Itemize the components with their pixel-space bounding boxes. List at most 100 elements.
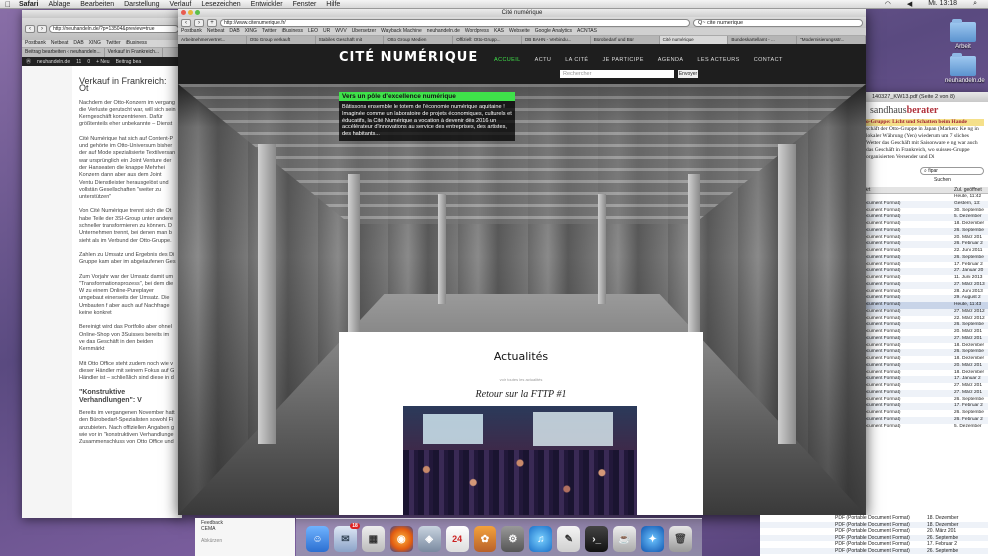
nav-accueil[interactable]: ACCUEIL [494,57,521,63]
tab[interactable]: Bundeskartellamt - ... [728,36,798,44]
file-row[interactable]: ocument Format) 5. Dezember [862,214,988,221]
iphoto-icon[interactable]: ✿ [473,526,497,552]
site-search-input[interactable]: Rechercher [560,70,674,78]
file-row[interactable]: ocument Format) 26. Septembe [862,410,988,417]
tab[interactable]: Arbeitnehmervertret... [178,36,247,44]
file-row[interactable]: ocument Format) 17. Februar 2 [862,262,988,269]
file-row[interactable]: Heute, 11:42 [862,194,988,201]
textedit-icon[interactable]: ✎ [557,526,581,552]
tab[interactable]: "Modernisierungsstr... [797,36,866,44]
tab[interactable]: Cité numérique [659,36,729,44]
file-row[interactable]: ocument Format) 26. Februar 2 [862,241,988,248]
all-news-link[interactable]: voir toutes les actualités [339,377,703,382]
file-row[interactable]: ocument Format) 18. Dezember [862,343,988,350]
finder-item[interactable]: Abkürzen [201,538,289,544]
file-row[interactable]: ocument Format) 26. Februar 2 [862,416,988,424]
forward-button[interactable]: › [194,18,204,27]
file-row[interactable]: ocument Format) 27. Januar 20 [862,268,988,275]
nav-actu[interactable]: ACTU [535,57,552,63]
bookmark[interactable]: Übersetzer [352,28,376,35]
site-search-button[interactable]: Envoyer [678,70,698,78]
desktop-folder-arbeit[interactable]: Arbeit [945,19,981,50]
zoom-window-icon[interactable] [195,10,200,15]
tab[interactable]: Otto Group Medien [384,36,454,44]
menu-verlauf[interactable]: Verlauf [165,1,197,8]
menu-entwickler[interactable]: Entwickler [246,1,288,8]
calculator-icon[interactable]: ▦ [361,526,385,552]
back-button[interactable]: ‹ [181,18,191,27]
post-photo[interactable] [403,406,637,515]
menu-fenster[interactable]: Fenster [288,1,322,8]
hero-caption-title[interactable]: Vers un pôle d'excellence numérique [339,92,515,101]
file-row[interactable]: ocument Format) 26. Septembe [862,349,988,356]
preview-icon[interactable]: ◈ [417,526,441,552]
bookmark[interactable]: neuhandeln.de [427,28,460,35]
menu-lesezeichen[interactable]: Lesezeichen [196,1,245,8]
system-preferences-icon[interactable]: ⚙ [501,526,525,552]
add-bookmark-button[interactable]: + [207,18,217,27]
wp-new-link[interactable]: + Neu [96,59,109,65]
volume-icon[interactable]: ◀ [902,0,917,8]
bookmark[interactable]: WVV [335,28,346,35]
file-row[interactable]: ocument Format) 22. Juni 2011 [862,248,988,255]
bookmark[interactable]: iBusiness [126,40,147,47]
nav-je-participe[interactable]: JE PARTICIPE [603,57,644,63]
file-row[interactable]: ocument Format) 5. Dezember [862,424,988,431]
nav-agenda[interactable]: AGENDA [658,57,684,63]
file-row[interactable]: ocument Format) 30. Septembe [862,208,988,215]
post-title[interactable]: Retour sur la FTTP #1 [339,389,703,400]
tab[interactable]: Beitrag bearbeiten ‹ neuhandeln... [22,48,105,57]
bookmark[interactable]: DAB [229,28,239,35]
bookmark[interactable]: Webseite [509,28,530,35]
bookmark[interactable]: UR [323,28,330,35]
menu-darstellung[interactable]: Darstellung [119,1,164,8]
file-row[interactable]: ocument Format) Heute, 11:43 [862,302,988,309]
itunes-icon[interactable]: ♫ [529,526,553,552]
bookmark[interactable]: DAB [73,40,83,47]
file-row[interactable]: ocument Format) 27. März 201 [862,389,988,397]
file-row[interactable]: ocument Format) 26. Septembe [862,227,988,235]
safari-icon[interactable]: ✦ [641,526,664,552]
bookmark[interactable]: XING [89,40,101,47]
apple-menu-icon[interactable]:  [0,0,14,9]
bookmark[interactable]: Google Analytics [535,28,572,35]
address-bar[interactable]: http://neuhandeln.de/?p=13504&preview=tr… [49,25,179,33]
bookmark[interactable]: Twitter [106,40,121,47]
file-row[interactable]: PDF (Portable Document Format) 26. Septem… [760,547,988,554]
tab[interactable]: DB BAHN - Verbindu... [522,36,591,44]
tab[interactable]: Offiziell: Otto-Grupp... [453,36,522,44]
finder-icon[interactable]: ☺ [306,526,329,552]
firefox-icon[interactable]: ◉ [389,526,413,552]
file-row[interactable]: ocument Format) 29. August 2 [862,295,988,302]
bookmark[interactable]: XING [245,28,257,35]
file-row[interactable]: ocument Format) 26. Septembe [862,397,988,404]
file-row[interactable]: ocument Format) 18. Dezember [862,356,988,363]
bookmark[interactable]: iBusiness [282,28,303,35]
tab[interactable]: Bürobedarf und Bür [591,36,660,44]
terminal-icon[interactable]: ›_ [585,526,609,552]
file-row[interactable]: ocument Format) 17. Februar 2 [862,403,988,410]
spotlight-icon[interactable]: ⌕ [968,0,982,8]
nav-la-cite[interactable]: LA CITÉ [565,57,588,63]
wp-edit-post-link[interactable]: Beitrag bea [116,59,142,65]
bookmark[interactable]: KAS [494,28,504,35]
wordpress-icon[interactable]: Ⓦ [26,58,31,65]
tab[interactable]: Verkauf in Frankreich... [105,48,164,57]
file-row[interactable]: ocument Format) 27. März 201 [862,335,988,343]
bookmark[interactable]: Twitter [262,28,277,35]
file-row[interactable]: ocument Format) 17. Januar 2 [862,376,988,383]
forward-button[interactable]: › [37,25,47,33]
file-row[interactable]: ocument Format) 18. Dezember [862,370,988,377]
file-row[interactable]: ocument Format) 27. März 2012 [862,308,988,316]
file-row[interactable]: ocument Format) 18. Dezember [862,221,988,228]
nav-les-acteurs[interactable]: LES ACTEURS [697,57,739,63]
column-header-opened[interactable]: Zul. geöffnet [954,187,982,193]
file-row[interactable]: ocument Format) 22. März 2012 [862,316,988,323]
back-button[interactable]: ‹ [25,25,35,33]
calendar-icon[interactable]: 24 [445,526,469,552]
file-row[interactable]: ocument Format) 28. Juni 2013 [862,289,988,296]
file-row[interactable]: ocument Format) 27. März 201 [862,383,988,390]
wifi-icon[interactable]: ◠ [880,0,896,8]
site-logo[interactable]: CITÉ NUMÉRIQUE [339,50,478,65]
menu-bearbeiten[interactable]: Bearbeiten [75,1,119,8]
